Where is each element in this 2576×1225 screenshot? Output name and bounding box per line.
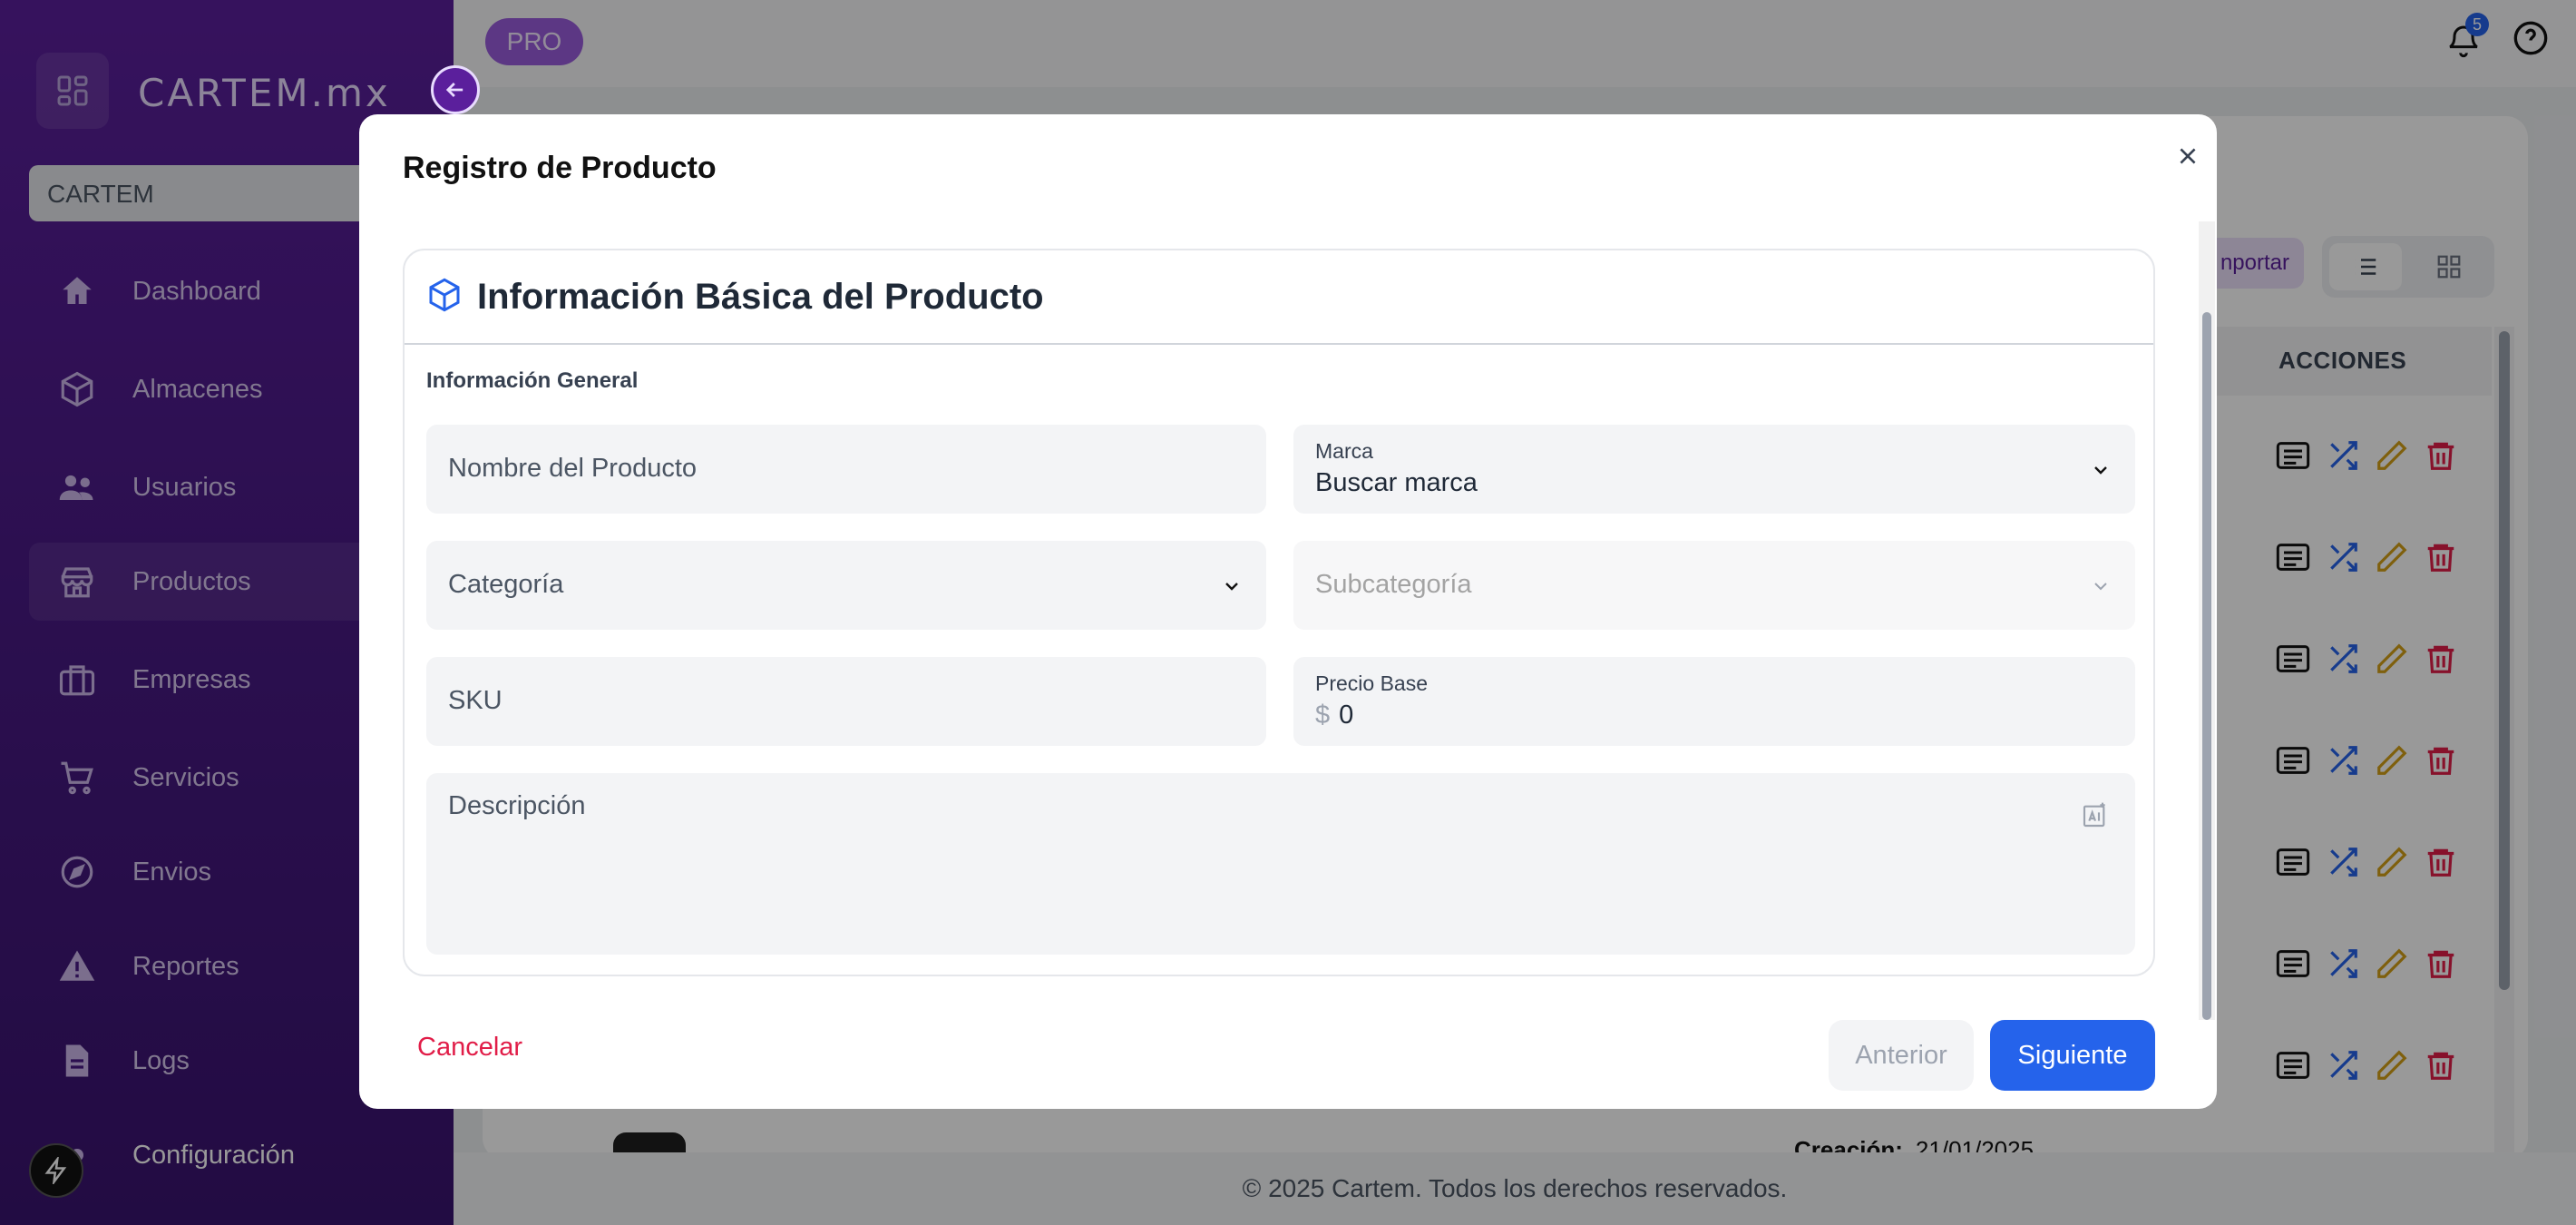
section-title: Información Básica del Producto [477,276,1044,317]
category-select[interactable]: Categoría [426,541,1266,630]
chevron-down-icon [2090,459,2112,485]
subcategory-placeholder: Subcategoría [1315,570,1472,599]
description-placeholder: Descripción [448,791,586,820]
cancel-button[interactable]: Cancelar [417,1033,522,1063]
category-placeholder: Categoría [448,570,564,599]
collapse-sidebar-button[interactable] [431,65,480,114]
base-price-value: $0 [1315,701,1353,730]
close-icon[interactable] [2170,138,2206,174]
previous-button[interactable]: Anterior [1829,1020,1974,1091]
general-info-subheading: Información General [426,368,639,393]
product-name-placeholder: Nombre del Producto [448,454,698,483]
brand-label: Marca [1315,439,1373,463]
base-price-label: Precio Base [1315,671,1429,695]
modal-title: Registro de Producto [403,151,717,185]
product-registration-modal: Registro de Producto Información Básica … [359,114,2217,1109]
package-icon [426,277,463,318]
price-number: 0 [1339,701,1354,730]
ai-image-icon[interactable] [2081,800,2110,834]
subcategory-select[interactable]: Subcategoría [1293,541,2135,630]
next-button[interactable]: Siguiente [1990,1020,2155,1091]
section-header: Información Básica del Producto [405,250,2153,345]
description-textarea[interactable]: Descripción [426,773,2135,955]
brand-select[interactable]: Marca Buscar marca [1293,425,2135,514]
sku-input[interactable]: SKU [426,657,1266,746]
basic-info-section: Información Básica del Producto Informac… [403,249,2155,976]
modal-scrollbar-thumb[interactable] [2202,312,2211,1020]
base-price-input[interactable]: Precio Base $0 [1293,657,2135,746]
chevron-down-icon [2090,575,2112,602]
currency-symbol: $ [1315,701,1331,730]
brand-value: Buscar marca [1315,468,1478,497]
product-name-input[interactable]: Nombre del Producto [426,425,1266,514]
chevron-down-icon [1221,575,1243,602]
sku-placeholder: SKU [448,686,503,715]
